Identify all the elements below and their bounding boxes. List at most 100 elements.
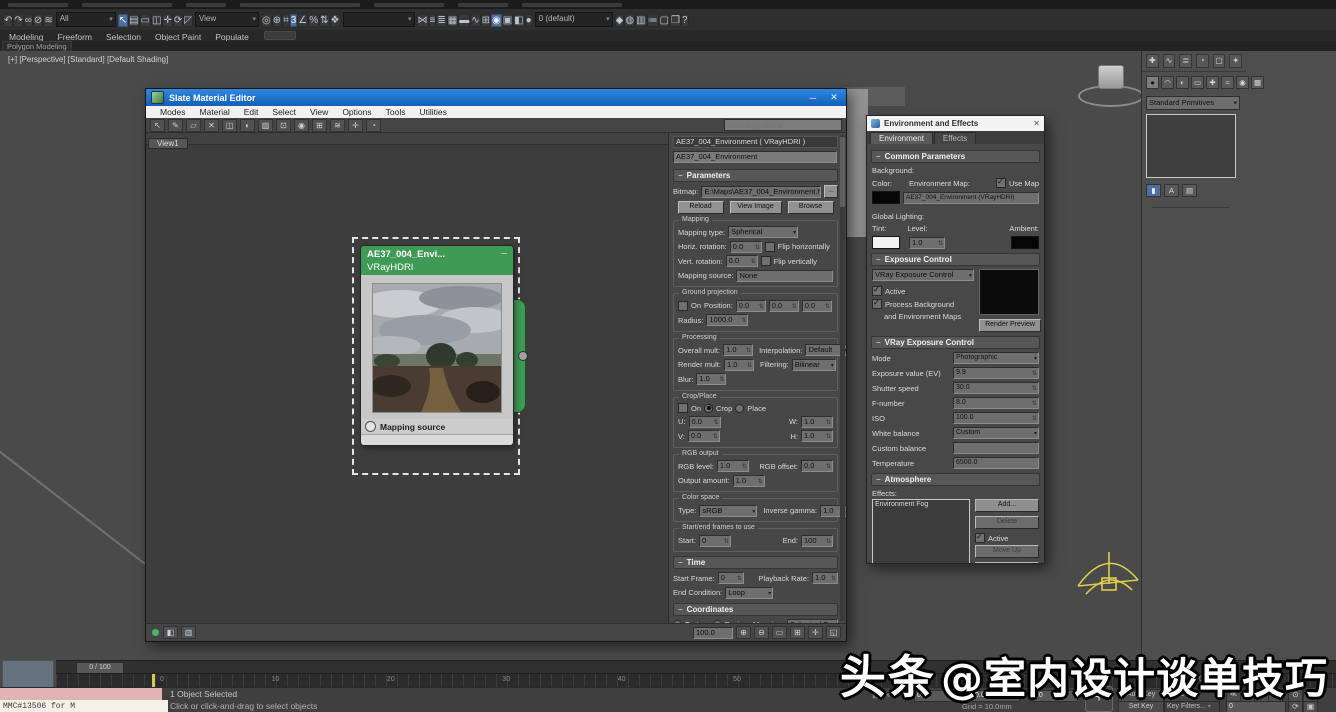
- node-collapse-icon[interactable]: ─: [501, 249, 507, 260]
- modifier-stack-list[interactable]: [1146, 114, 1236, 178]
- object-category-dropdown[interactable]: Standard Primitives: [1146, 96, 1240, 110]
- parameter-field[interactable]: Photographic: [953, 352, 1039, 364]
- angle-snap-icon[interactable]: ∠: [297, 14, 309, 27]
- select-and-rotate-icon[interactable]: ⟳: [172, 14, 184, 27]
- ribbon-tab[interactable]: Selection: [99, 32, 148, 42]
- render-production-icon[interactable]: ●: [524, 14, 533, 27]
- percent-snap-icon[interactable]: %: [308, 14, 320, 27]
- schematic-view-icon[interactable]: ⊞: [480, 14, 491, 27]
- node-info-icon[interactable]: ▥: [181, 626, 196, 639]
- render-setup-icon[interactable]: ▣: [501, 14, 514, 27]
- effect-active-checkbox[interactable]: [975, 532, 985, 543]
- view-image-button[interactable]: View Image: [729, 200, 782, 214]
- dialog-title-bar[interactable]: Environment and Effects ✕: [867, 116, 1044, 131]
- helpers-category-icon[interactable]: ✚: [1206, 76, 1219, 89]
- hide-unused-nodeslots-icon[interactable]: ◫: [222, 118, 237, 132]
- close-icon[interactable]: ✕: [827, 92, 841, 103]
- tab-effects[interactable]: Effects: [933, 132, 977, 144]
- snap-toggle-icon[interactable]: ◆: [614, 14, 625, 27]
- node-header[interactable]: AE37_004_Envi... ─ VRayHDRI: [361, 246, 513, 275]
- end-spinner[interactable]: 100: [801, 534, 833, 547]
- start-frame-spinner[interactable]: 0: [717, 572, 744, 584]
- parameter-field[interactable]: 8.0: [953, 397, 1039, 409]
- pan-tool-icon[interactable]: ✛: [348, 118, 363, 132]
- select-and-scale-icon[interactable]: ◸: [183, 14, 193, 27]
- window-crossing-icon[interactable]: ◫: [151, 14, 163, 27]
- end-condition-dropdown[interactable]: Loop: [725, 586, 774, 599]
- effects-listbox[interactable]: Environment Fog: [872, 499, 970, 563]
- keyboard-override-icon[interactable]: ⌗: [282, 14, 290, 27]
- mapping-source-button[interactable]: None: [736, 269, 833, 282]
- slate-title-bar[interactable]: Slate Material Editor ─ ✕: [146, 89, 846, 106]
- scrollbar-thumb[interactable]: [840, 137, 845, 207]
- blur-spinner[interactable]: 1.0: [696, 373, 727, 385]
- use-center-icon[interactable]: ◎: [260, 14, 272, 27]
- zoom-region-icon[interactable]: ▭: [772, 626, 787, 639]
- node-slot-row[interactable]: Mapping source: [361, 419, 513, 434]
- render-mult-spinner[interactable]: 1.0: [723, 358, 754, 371]
- pick-material-from-object-icon[interactable]: ✎: [168, 118, 183, 132]
- ribbon-tab[interactable]: Object Paint: [148, 32, 208, 42]
- horiz-rotation-spinner[interactable]: 0.0: [729, 240, 762, 253]
- flip-horizontal-checkbox[interactable]: [764, 241, 775, 252]
- bitmap-browse-button[interactable]: ...: [824, 185, 838, 198]
- pan-view-icon[interactable]: ✛: [808, 626, 823, 639]
- viewcube[interactable]: [1078, 59, 1141, 111]
- slot-connector-icon[interactable]: [365, 421, 376, 432]
- material-name-field[interactable]: [673, 151, 838, 163]
- parameter-field[interactable]: [953, 442, 1039, 454]
- layer-dropdown[interactable]: 0 (default): [534, 12, 613, 27]
- crop-w-spinner[interactable]: 1.0: [801, 415, 833, 428]
- colorspace-type-dropdown[interactable]: sRGB: [699, 504, 758, 517]
- selection-filter-dropdown[interactable]: All: [55, 12, 116, 27]
- close-icon[interactable]: ✕: [1033, 119, 1040, 128]
- select-by-material-icon[interactable]: ◉: [294, 118, 309, 132]
- bind-to-space-warp-icon[interactable]: ≋: [43, 14, 54, 27]
- crop-h-spinner[interactable]: 1.0: [801, 430, 833, 442]
- use-map-checkbox[interactable]: [995, 177, 1006, 188]
- menu-item[interactable]: Edit: [237, 107, 266, 117]
- show-background-icon[interactable]: ▨: [258, 118, 273, 132]
- create-tab-icon[interactable]: ✚: [1146, 54, 1159, 68]
- rgb-level-spinner[interactable]: 1.0: [716, 460, 749, 472]
- menu-item[interactable]: Select: [265, 107, 303, 117]
- maximize-view-icon[interactable]: ◱: [826, 626, 841, 639]
- rollout-parameters[interactable]: Parameters: [673, 169, 838, 182]
- node-view-canvas[interactable]: View1 AE37_004_Envi... ─ VRayHDRI Mappin…: [146, 133, 669, 623]
- zoom-extents-selected-icon[interactable]: ⊞: [312, 118, 327, 132]
- current-frame-marker[interactable]: [152, 674, 155, 688]
- display-tab-icon[interactable]: ▢: [1212, 54, 1226, 68]
- curve-editor-icon[interactable]: ∿: [470, 14, 481, 27]
- render-preview-button[interactable]: Render Preview: [979, 319, 1041, 332]
- parameter-breadcrumb[interactable]: AE37_004_Environment ( VRayHDRI ): [673, 136, 838, 148]
- edit-named-selections-icon[interactable]: ❖: [329, 14, 341, 27]
- view-tab[interactable]: View1: [148, 138, 188, 149]
- geometry-category-icon[interactable]: ●: [1146, 76, 1159, 89]
- start-spinner[interactable]: 0: [698, 534, 731, 547]
- help-icon[interactable]: ?: [680, 14, 689, 27]
- parameter-field[interactable]: 100.0: [953, 412, 1039, 424]
- hierarchy-tab-icon[interactable]: ≣: [1179, 54, 1193, 68]
- layout-all-icon[interactable]: ≋: [330, 118, 345, 132]
- menu-item[interactable]: Tools: [379, 107, 413, 117]
- menu-item[interactable]: Modes: [153, 107, 193, 117]
- level-spinner[interactable]: 1.0: [909, 236, 945, 249]
- maxscript-mini-listener-white[interactable]: MMC#13506 for M: [0, 700, 168, 712]
- select-by-name-icon[interactable]: ▤: [128, 14, 140, 27]
- effects-list-item[interactable]: Environment Fog: [875, 501, 967, 508]
- undo-icon[interactable]: ↶: [3, 14, 14, 27]
- rendered-frame-icon[interactable]: ◧: [513, 14, 525, 27]
- lock-sample-icon[interactable]: ◔: [366, 118, 381, 132]
- viewcube-cube[interactable]: [1098, 65, 1124, 89]
- move-up-button[interactable]: Move Up: [975, 545, 1039, 558]
- vert-rotation-spinner[interactable]: 0.0: [725, 255, 758, 267]
- rollout-vray-exposure[interactable]: VRay Exposure Control: [871, 336, 1040, 349]
- cameras-category-icon[interactable]: ▭: [1191, 76, 1204, 89]
- crop-v-spinner[interactable]: 0.0: [687, 430, 720, 442]
- ambient-color-swatch[interactable]: [1011, 236, 1039, 249]
- reload-button[interactable]: Reload: [677, 200, 724, 214]
- crop-on-checkbox[interactable]: [678, 403, 688, 413]
- select-and-manipulate-icon[interactable]: ⊕: [271, 14, 283, 27]
- browse-button[interactable]: Browse: [787, 200, 834, 214]
- position-y-spinner[interactable]: 0.0: [768, 299, 799, 312]
